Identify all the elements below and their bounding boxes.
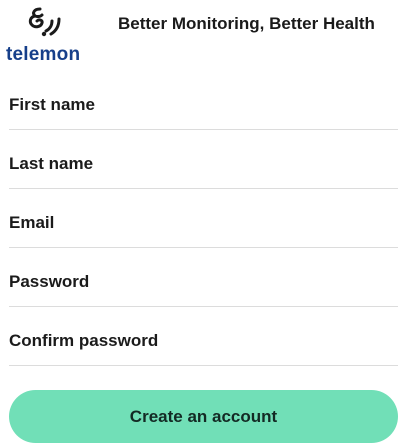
create-account-button[interactable]: Create an account [9, 390, 398, 443]
first-name-field [0, 80, 398, 139]
confirm-password-input[interactable] [0, 316, 398, 366]
last-name-underline [9, 188, 398, 189]
password-field [0, 257, 398, 316]
email-underline [9, 247, 398, 248]
telemon-waves-icon [28, 7, 61, 37]
email-field [0, 198, 398, 257]
telemon-logo: telemon [6, 4, 86, 66]
last-name-field [0, 139, 398, 198]
tagline: Better Monitoring, Better Health [118, 14, 375, 33]
app-header: telemon Better Monitoring, Better Health [0, 0, 398, 70]
password-input[interactable] [0, 257, 398, 307]
logo-text: telemon [6, 44, 81, 65]
registration-form [0, 80, 398, 375]
confirm-password-underline [9, 365, 398, 366]
confirm-password-field [0, 316, 398, 375]
first-name-input[interactable] [0, 80, 398, 130]
password-underline [9, 306, 398, 307]
first-name-underline [9, 129, 398, 130]
last-name-input[interactable] [0, 139, 398, 189]
email-input[interactable] [0, 198, 398, 248]
